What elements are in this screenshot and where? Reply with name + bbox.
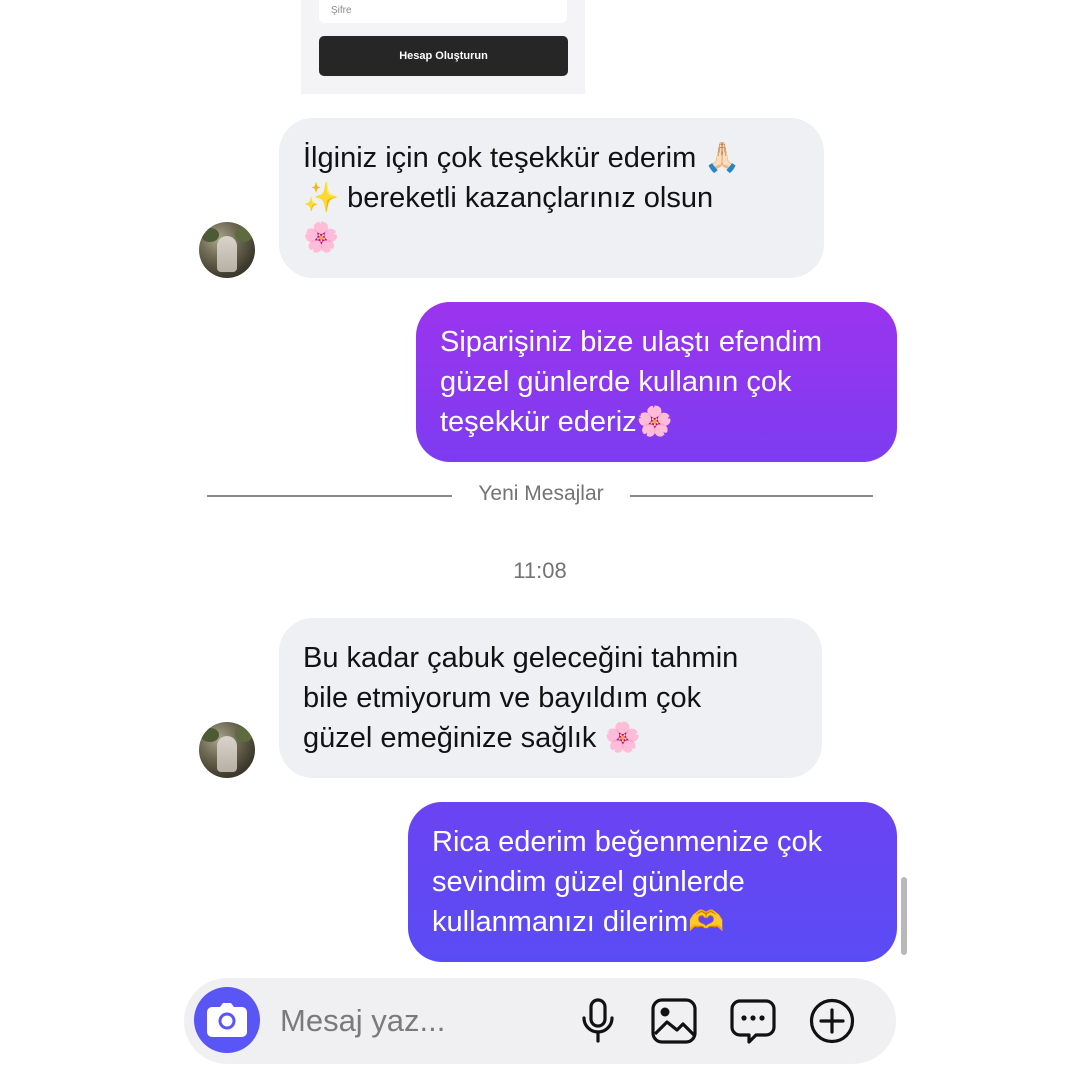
- gallery-icon: [651, 998, 697, 1044]
- add-icon: [809, 998, 855, 1044]
- message-timestamp: 11:08: [513, 558, 567, 583]
- chat-screen: Şifre Hesap Oluşturun İlginiz için çok t…: [0, 0, 1080, 1080]
- outgoing-message[interactable]: Rica ederim beğenmenize çok sevindim güz…: [408, 802, 897, 962]
- outgoing-message[interactable]: Siparişiniz bize ulaştı efendim güzel gü…: [416, 302, 897, 462]
- scrollbar[interactable]: [901, 877, 907, 955]
- message-input[interactable]: [278, 1000, 542, 1042]
- sticker-button[interactable]: [729, 997, 777, 1045]
- divider-line-right: [630, 495, 873, 497]
- sender-avatar[interactable]: [199, 722, 255, 778]
- password-placeholder: Şifre: [331, 5, 352, 16]
- divider-line-left: [207, 495, 452, 497]
- password-field: Şifre: [319, 0, 567, 23]
- sticker-icon: [730, 999, 776, 1044]
- incoming-message[interactable]: İlginiz için çok teşekkür ederim 🙏🏻 ✨ be…: [279, 118, 824, 278]
- create-account-button[interactable]: Hesap Oluşturun: [319, 36, 568, 76]
- add-button[interactable]: [808, 997, 856, 1045]
- incoming-message[interactable]: Bu kadar çabuk geleceğini tahmin bile et…: [279, 618, 822, 778]
- gallery-button[interactable]: [650, 997, 698, 1045]
- microphone-button[interactable]: [574, 997, 622, 1045]
- microphone-icon: [582, 998, 614, 1043]
- shared-signup-card[interactable]: Şifre Hesap Oluşturun: [301, 0, 585, 94]
- message-composer: [184, 978, 896, 1064]
- sender-avatar[interactable]: [199, 222, 255, 278]
- new-messages-divider: Yeni Mesajlar: [478, 482, 604, 505]
- camera-button[interactable]: [194, 987, 260, 1053]
- camera-icon: [207, 1003, 247, 1037]
